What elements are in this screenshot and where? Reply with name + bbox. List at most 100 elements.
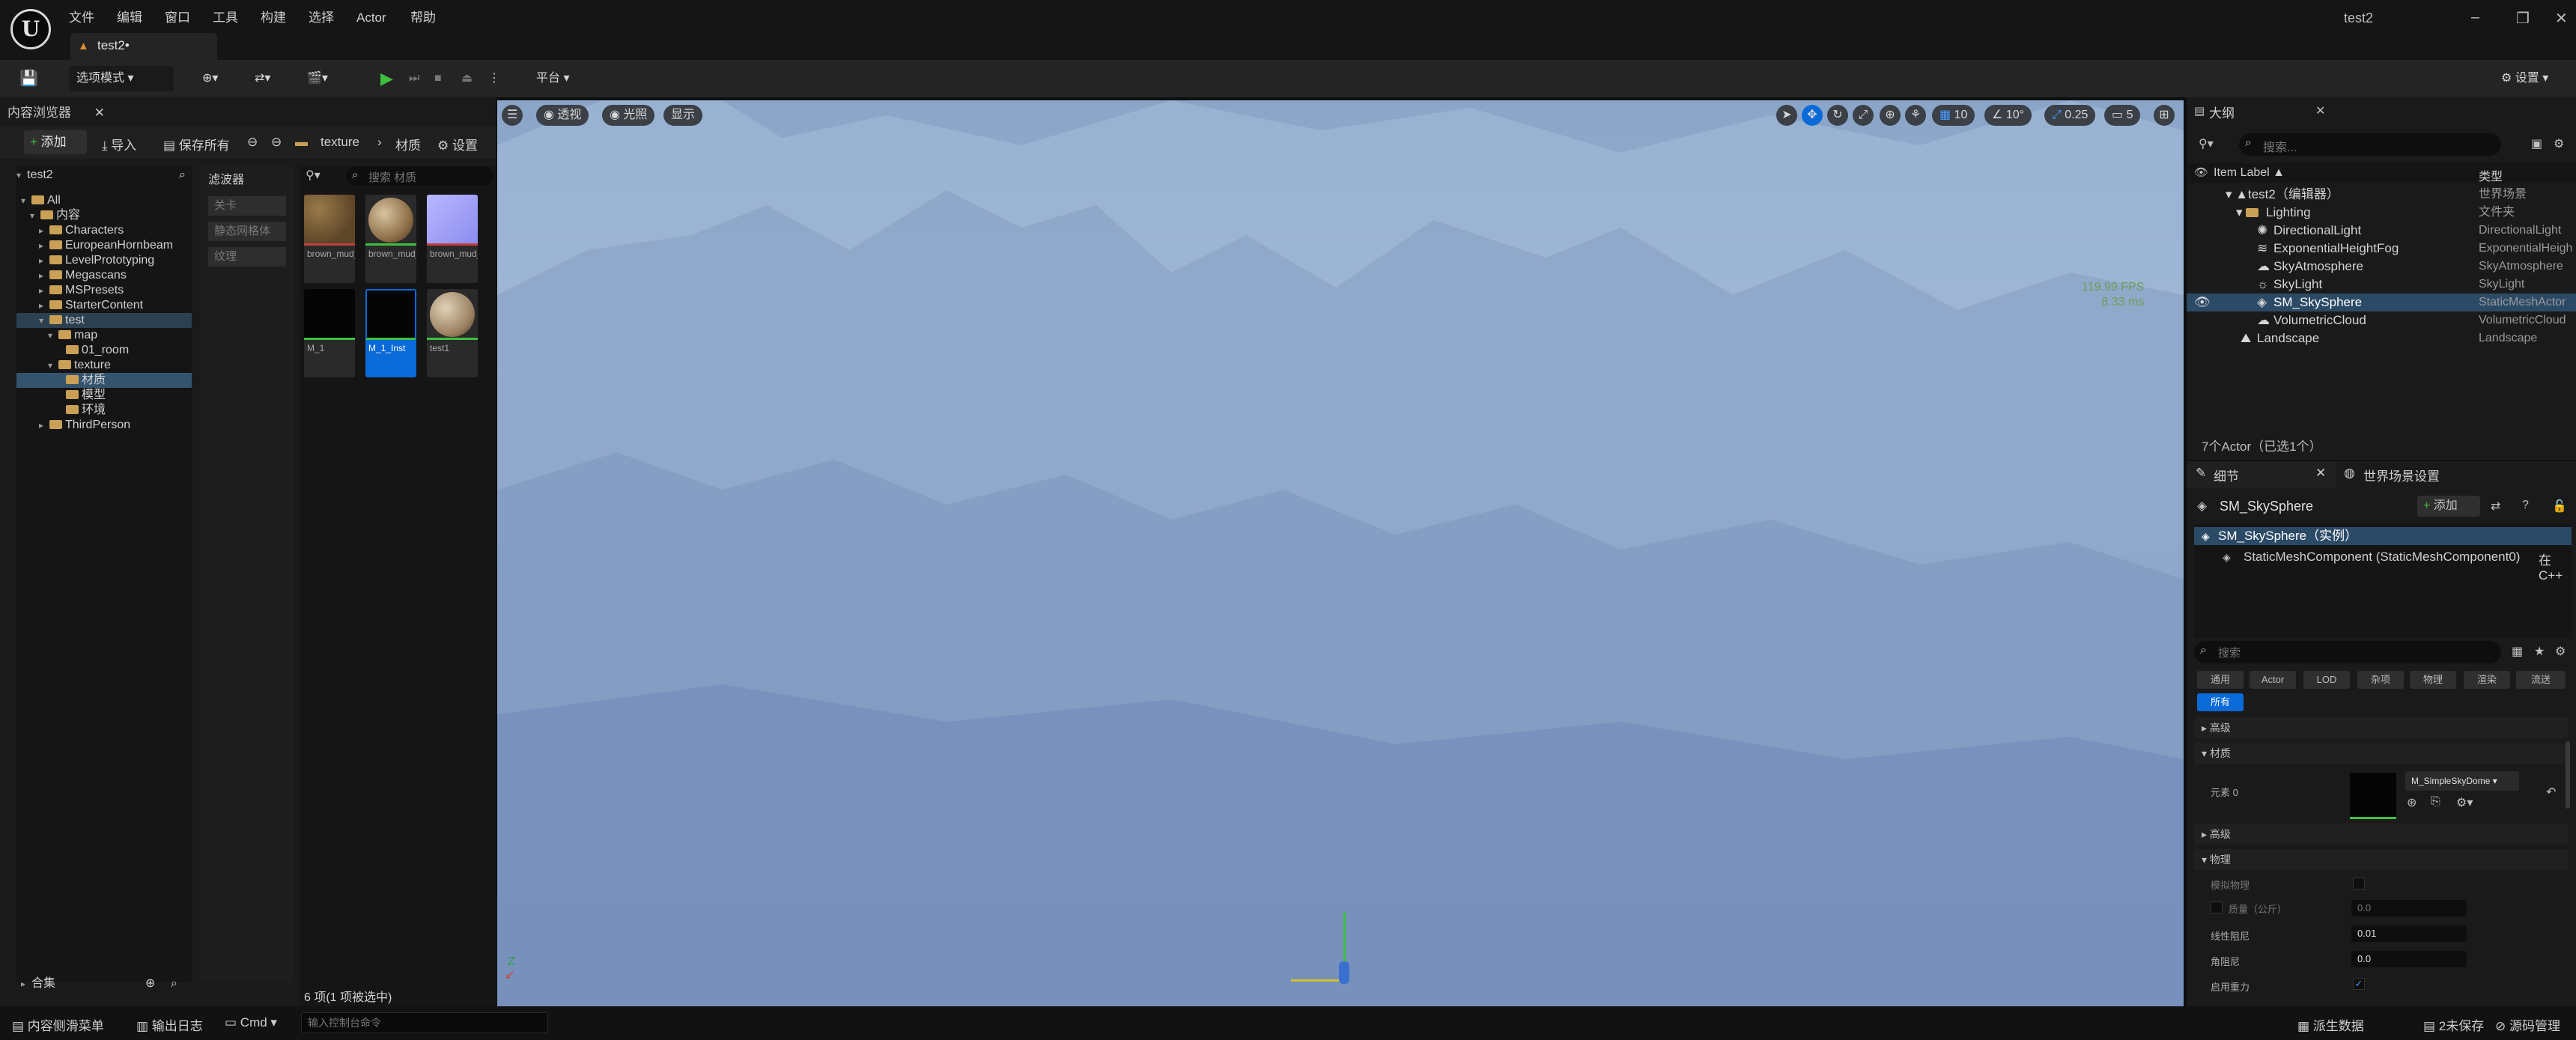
platform-button[interactable]: 平台 ▾ xyxy=(536,66,570,91)
component-instance-row[interactable]: SM_SkySphere（实例） xyxy=(2194,527,2572,545)
category-rendering[interactable]: 渲染 xyxy=(2464,671,2510,689)
add-folder-icon[interactable]: ▣ xyxy=(2531,136,2542,151)
section-physics[interactable]: ▾ 物理 xyxy=(2194,849,2569,870)
category-streaming[interactable]: 流送 xyxy=(2516,671,2566,689)
outliner-settings-icon[interactable]: ⚙ xyxy=(2554,136,2564,151)
breadcrumb-texture[interactable]: texture xyxy=(321,135,359,150)
close-details-icon[interactable]: ✕ xyxy=(2315,466,2326,481)
save-all-button[interactable]: ▤ 保存所有 xyxy=(163,135,230,153)
column-type[interactable]: 类型 xyxy=(2479,166,2503,184)
rotation-snap-button[interactable]: ∠ 10° xyxy=(1984,105,2032,126)
show-button[interactable]: 显示 xyxy=(663,105,703,126)
console-input[interactable]: 输入控制台命令 xyxy=(301,1012,548,1033)
gizmo-x-axis[interactable] xyxy=(1339,961,1349,984)
menu-tools[interactable]: 工具 xyxy=(213,7,238,28)
outliner-row[interactable]: ✺ DirectionalLight DirectionalLight xyxy=(2187,222,2576,240)
play-icon[interactable]: ▶ xyxy=(380,66,393,91)
use-selected-icon[interactable]: ⎘ xyxy=(2431,795,2440,809)
search-icon[interactable]: ⌕ xyxy=(179,168,186,183)
scale-tool-icon[interactable]: ⤢ xyxy=(1853,105,1874,126)
tree-item[interactable]: ▸ EuropeanHornbeam xyxy=(39,238,173,253)
world-space-icon[interactable]: ⊕ xyxy=(1880,105,1901,126)
lit-button[interactable]: ◉ 光照 xyxy=(602,105,655,126)
select-mode-button[interactable]: 选项模式 ▾ xyxy=(69,66,174,91)
tree-item[interactable]: 环境 xyxy=(66,403,106,418)
mass-override-checkbox[interactable] xyxy=(2211,901,2223,913)
outliner-tab[interactable]: 大纲 xyxy=(2209,103,2235,121)
tree-item[interactable]: 材质 xyxy=(16,373,192,388)
filter-chip[interactable]: 纹理 xyxy=(208,247,286,267)
tree-item[interactable]: ▸ ThirdPerson xyxy=(39,418,130,433)
menu-file[interactable]: 文件 xyxy=(69,7,94,28)
details-search-input[interactable]: ⌕ 搜索 xyxy=(2194,641,2501,663)
outliner-row[interactable]: ⛰ Landscape Landscape xyxy=(2187,329,2576,347)
category-misc[interactable]: 杂项 xyxy=(2357,671,2404,689)
reset-icon[interactable]: ↶ xyxy=(2546,785,2556,800)
tree-item[interactable]: ▸ Megascans xyxy=(39,268,127,283)
surface-snap-icon[interactable]: ⚘ xyxy=(1905,105,1926,126)
import-button[interactable]: ⤓ 导入 xyxy=(102,135,136,153)
outliner-row[interactable]: ▾ Lighting 文件夹 xyxy=(2187,204,2576,222)
save-icon[interactable]: 💾 xyxy=(19,66,38,91)
material-picker[interactable]: M_SimpleSkyDome ▾ xyxy=(2405,771,2519,791)
settings-button[interactable]: ⚙ 设置 ▾ xyxy=(2501,66,2548,91)
restore-icon[interactable]: ❐ xyxy=(2516,9,2530,28)
derived-data-button[interactable]: ▦ 派生数据 xyxy=(2297,1015,2364,1034)
category-physics[interactable]: 物理 xyxy=(2410,671,2456,689)
cinematics-icon[interactable]: 🎬▾ xyxy=(307,66,328,91)
tree-item[interactable]: ▾ 内容 xyxy=(30,208,80,223)
details-scrollbar[interactable] xyxy=(2566,741,2570,809)
tree-item[interactable]: ▾ test xyxy=(16,313,192,328)
help-icon[interactable]: ? xyxy=(2522,499,2529,512)
level-viewport[interactable]: Z ↙ xyxy=(497,100,2184,1006)
camera-speed-button[interactable]: ▭ 5 xyxy=(2104,105,2141,126)
angular-damping-input[interactable]: 0.0 xyxy=(2351,951,2467,967)
outliner-search-input[interactable]: ⌕ 搜索... xyxy=(2239,133,2501,156)
menu-window[interactable]: 窗口 xyxy=(165,7,190,28)
grid-view-icon[interactable]: ▦ xyxy=(2512,644,2523,659)
filter-chip[interactable]: 静态网格体 xyxy=(208,222,286,241)
filter-chip[interactable]: 关卡 xyxy=(208,196,286,216)
linear-damping-input[interactable]: 0.01 xyxy=(2351,925,2467,942)
category-actor[interactable]: Actor xyxy=(2250,671,2296,689)
menu-actor[interactable]: Actor xyxy=(356,7,386,28)
perspective-button[interactable]: ◉ 透视 xyxy=(536,105,589,126)
content-browser-tab[interactable]: 内容浏览器 ✕ xyxy=(7,102,157,124)
maximize-viewport-icon[interactable]: ⊞ xyxy=(2154,105,2175,126)
visibility-icon[interactable]: 👁 xyxy=(2194,294,2211,311)
cmd-button[interactable]: ▭ Cmd ▾ xyxy=(225,1015,277,1030)
asset-tile[interactable]: M_1 xyxy=(304,289,355,377)
category-lod[interactable]: LOD xyxy=(2303,671,2350,689)
stop-icon[interactable]: ■ xyxy=(434,66,442,91)
source-control-button[interactable]: ⊘ 源码管理 xyxy=(2495,1015,2560,1034)
step-icon[interactable]: ⏭ xyxy=(409,66,419,91)
close-outliner-icon[interactable]: ✕ xyxy=(2315,103,2325,118)
menu-build[interactable]: 构建 xyxy=(261,7,286,28)
select-tool-icon[interactable]: ➤ xyxy=(1776,105,1797,126)
asset-tile[interactable]: brown_mud_dr xyxy=(365,195,416,283)
forward-icon[interactable]: ⊖ xyxy=(271,135,282,150)
simulate-physics-checkbox[interactable] xyxy=(2353,878,2365,890)
output-log-button[interactable]: ▥ 输出日志 xyxy=(136,1015,203,1034)
outliner-filter-icon[interactable]: ⚲▾ xyxy=(2199,136,2214,151)
details-add-button[interactable]: + 添加 xyxy=(2417,496,2480,517)
column-item-label[interactable]: Item Label ▲ xyxy=(2214,166,2285,180)
category-general[interactable]: 通用 xyxy=(2197,671,2244,689)
close-tab-icon[interactable]: ✕ xyxy=(94,106,105,120)
tree-item[interactable]: ▾ texture xyxy=(48,358,111,373)
breadcrumb-material[interactable]: 材质 xyxy=(395,135,421,153)
minimize-icon[interactable]: – xyxy=(2471,9,2479,26)
rotate-tool-icon[interactable]: ↻ xyxy=(1827,105,1848,126)
play-options-icon[interactable]: ⋮ xyxy=(488,66,500,91)
component-row[interactable]: StaticMeshComponent (StaticMeshComponent… xyxy=(2244,550,2520,565)
back-icon[interactable]: ⊖ xyxy=(247,135,258,150)
asset-tile-selected[interactable]: M_1_Inst xyxy=(365,289,416,377)
material-options-icon[interactable]: ⚙▾ xyxy=(2456,795,2473,810)
cb-settings-button[interactable]: ⚙ 设置 xyxy=(437,135,478,153)
gizmo-y-axis[interactable] xyxy=(1291,979,1343,982)
tree-item[interactable]: ▸ StarterContent xyxy=(39,298,143,313)
world-settings-tab[interactable]: 世界场景设置 xyxy=(2363,466,2440,484)
asset-search-input[interactable]: ⌕ 搜索 材质 xyxy=(346,166,493,186)
add-collection-icon[interactable]: ⊕ xyxy=(145,976,155,991)
outliner-row[interactable]: ☁ SkyAtmosphere SkyAtmosphere xyxy=(2187,258,2576,276)
